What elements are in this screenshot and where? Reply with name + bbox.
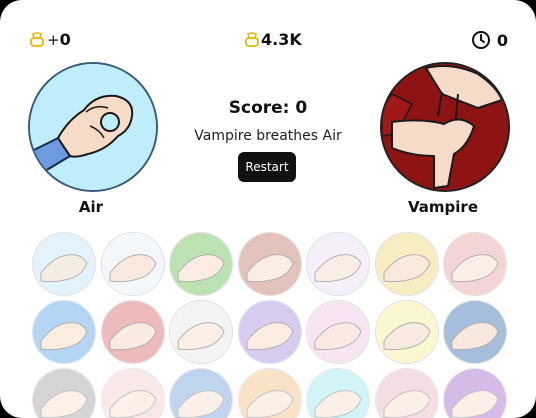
choice-tile[interactable]	[32, 368, 96, 418]
choice-tile[interactable]	[374, 368, 439, 418]
choice-tile[interactable]	[237, 368, 302, 418]
choice-tile[interactable]	[100, 232, 165, 296]
total-coins: 4.3K	[243, 30, 302, 49]
choice-tile[interactable]	[443, 368, 507, 418]
choice-tile[interactable]	[32, 300, 96, 364]
choice-tile[interactable]	[306, 300, 370, 364]
choice-grid	[32, 232, 512, 418]
earned-points: + 0	[28, 30, 71, 49]
choice-tile[interactable]	[306, 368, 370, 418]
choice-tile[interactable]	[237, 300, 302, 364]
earned-points-value: 0	[59, 30, 71, 49]
game-card: + 0 4.3K 0 Air Vampire Score: 0 Vampire …	[0, 0, 536, 418]
opponent-choice-image	[380, 62, 510, 192]
stats-bar: + 0 4.3K 0	[0, 30, 536, 52]
result-text: Vampire breathes Air	[194, 128, 342, 144]
choice-tile[interactable]	[374, 232, 439, 296]
total-coins-value: 4.3K	[261, 30, 302, 49]
restart-button[interactable]: Restart	[238, 152, 296, 182]
choice-tile[interactable]	[32, 232, 96, 296]
choice-tile[interactable]	[100, 300, 165, 364]
choice-tile[interactable]	[100, 368, 165, 418]
player-choice-image	[28, 62, 158, 192]
choice-tile[interactable]	[443, 232, 507, 296]
timer: 0	[471, 30, 508, 50]
choice-tile[interactable]	[169, 300, 233, 364]
bell-coin-icon	[30, 31, 44, 47]
choice-tile[interactable]	[306, 232, 370, 296]
choice-tile[interactable]	[443, 300, 507, 364]
choice-tile[interactable]	[237, 232, 302, 296]
choice-tile[interactable]	[169, 232, 233, 296]
points-prefix: +	[47, 30, 60, 49]
choice-tile[interactable]	[374, 300, 439, 364]
player-choice-label: Air	[78, 198, 104, 216]
air-hand-illustration	[30, 64, 156, 190]
timer-value: 0	[496, 30, 508, 50]
bell-coin-icon	[245, 31, 259, 47]
clock-icon	[471, 31, 490, 49]
vampire-hand-illustration	[382, 64, 508, 190]
score-text: Score: 0	[228, 98, 308, 118]
choice-tile[interactable]	[169, 368, 233, 418]
opponent-choice-label: Vampire	[408, 198, 478, 216]
